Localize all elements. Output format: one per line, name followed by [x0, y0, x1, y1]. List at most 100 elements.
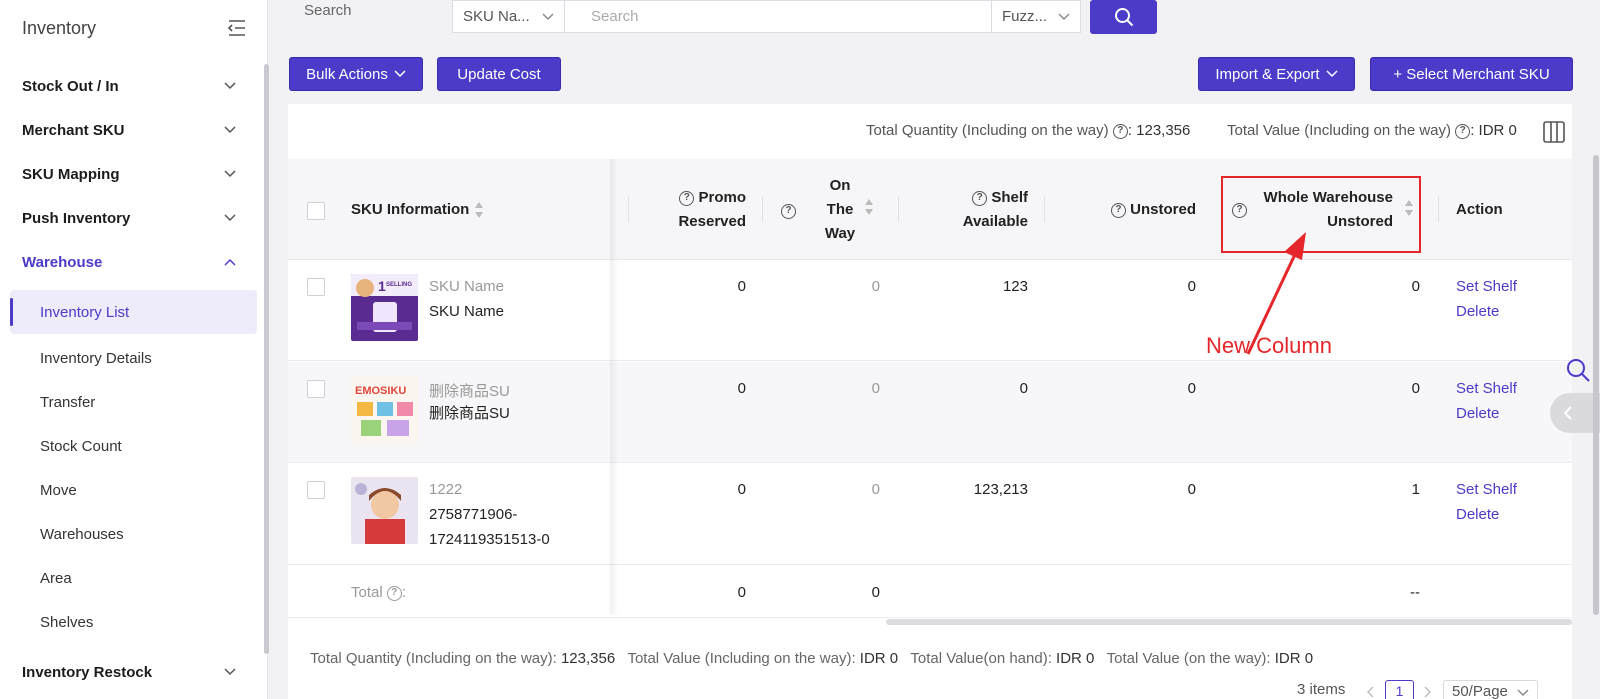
update-cost-button[interactable]: Update Cost [437, 57, 561, 91]
product-thumbnail[interactable]: 1 SELLING [351, 274, 418, 341]
search-field-select[interactable]: SKU Na... [452, 0, 565, 33]
sidebar-sub-stock-count[interactable]: Stock Count [10, 424, 257, 468]
sidebar-sub-inventory-list[interactable]: Inventory List [10, 290, 257, 334]
total-whole-warehouse-unstored: -- [1410, 584, 1420, 601]
column-divider [898, 196, 899, 222]
sidebar-sub-inventory-details[interactable]: Inventory Details [10, 336, 257, 380]
cell-whole-warehouse-unstored: 0 [1411, 278, 1420, 295]
next-page-icon[interactable] [1422, 686, 1432, 698]
select-all-checkbox[interactable] [307, 202, 325, 220]
thumbnail-logo-2: SELLING [386, 282, 412, 288]
row-checkbox[interactable] [307, 481, 325, 499]
sidebar: Inventory Stock Out / In Merchant SKU SK… [0, 0, 269, 699]
collapse-menu-icon[interactable] [227, 19, 247, 37]
help-icon[interactable]: ? [972, 190, 988, 206]
table-horizontal-scrollbar[interactable] [886, 619, 1572, 625]
help-icon[interactable]: ? [1455, 123, 1471, 139]
header-label: On [829, 177, 851, 194]
bottom-qty-label: Total Quantity (Including on the way): [310, 650, 557, 667]
search-mode-select[interactable]: Fuzz... [991, 0, 1081, 33]
search-icon [1114, 8, 1133, 27]
sidebar-scrollbar[interactable] [264, 64, 269, 654]
header-label: The [826, 201, 854, 218]
floating-search-icon[interactable] [1565, 357, 1591, 383]
header-action: Action [1456, 201, 1503, 218]
chevron-down-icon [1517, 689, 1529, 696]
sku-code: 2758771906- [429, 506, 518, 523]
sidebar-title: Inventory [22, 17, 97, 38]
cell-promo-reserved: 0 [737, 278, 746, 295]
row-checkbox[interactable] [307, 278, 325, 296]
thumbnail-logo: EMOSIKU [355, 385, 406, 397]
delete-link[interactable]: Delete [1456, 299, 1499, 324]
set-shelf-link[interactable]: Set Shelf [1456, 274, 1517, 299]
help-icon[interactable]: ? [781, 204, 796, 219]
sidebar-item-inventory-restock[interactable]: Inventory Restock [0, 652, 258, 692]
pagination-current-page[interactable]: 1 [1385, 680, 1414, 699]
sidebar-item-stock-out-in[interactable]: Stock Out / In [0, 66, 258, 106]
sort-icon[interactable] [474, 201, 484, 219]
cell-whole-warehouse-unstored: 0 [1411, 380, 1420, 397]
select-merchant-sku-button[interactable]: + Select Merchant SKU [1370, 57, 1573, 91]
set-shelf-link[interactable]: Set Shelf [1456, 376, 1517, 401]
summary-value-label: Total Value (Including on the way) [1227, 122, 1452, 139]
search-input[interactable]: Search [565, 0, 992, 33]
product-thumbnail[interactable] [351, 477, 418, 544]
cell-on-the-way: 0 [871, 380, 880, 397]
sku-code: SKU Name [429, 303, 505, 320]
prev-page-icon[interactable] [1366, 686, 1376, 698]
bottom-ontheway-label: Total Value (on the way): [1106, 650, 1271, 667]
help-icon[interactable]: ? [679, 190, 695, 206]
import-export-label: Import & Export [1215, 65, 1320, 83]
sidebar-sub-shelves[interactable]: Shelves [10, 600, 257, 644]
sidebar-sub-warehouses[interactable]: Warehouses [10, 512, 257, 556]
sidebar-item-push-inventory[interactable]: Push Inventory [0, 198, 258, 238]
summary-qty-value: : 123,356 [1127, 122, 1191, 139]
chevron-down-icon [1058, 13, 1070, 20]
sidebar-item-warehouse[interactable]: Warehouse [0, 242, 258, 282]
set-shelf-link[interactable]: Set Shelf [1456, 477, 1517, 502]
bulk-actions-button[interactable]: Bulk Actions [289, 57, 423, 91]
row-checkbox[interactable] [307, 380, 325, 398]
bottom-summary: Total Quantity (Including on the way): 1… [310, 650, 1313, 667]
bottom-onhand-value: IDR 0 [1056, 650, 1095, 667]
sidebar-item-merchant-sku[interactable]: Merchant SKU [0, 110, 258, 150]
search-button[interactable] [1090, 0, 1157, 34]
sidebar-sub-transfer[interactable]: Transfer [10, 380, 257, 424]
sidebar-item-sku-mapping[interactable]: SKU Mapping [0, 154, 258, 194]
help-icon[interactable]: ? [1110, 202, 1126, 218]
product-thumbnail[interactable]: EMOSIKU [351, 376, 418, 443]
delete-link[interactable]: Delete [1456, 502, 1499, 527]
page-size-select[interactable]: 50/Page [1443, 680, 1538, 699]
header-label: SKU Information [351, 201, 470, 218]
chevron-down-icon [224, 126, 236, 134]
sidebar-item-label: Warehouse [22, 253, 103, 271]
cell-shelf-available: 123 [1002, 278, 1028, 295]
page-scrollbar[interactable] [1593, 155, 1599, 615]
cell-shelf-available: 0 [1019, 380, 1028, 397]
bottom-value-value: IDR 0 [859, 650, 899, 667]
header-promo-reserved: ? Promo Reserved [670, 186, 746, 234]
sku-name: 1222 [429, 481, 463, 498]
sidebar-sub-area[interactable]: Area [10, 556, 257, 600]
column-settings-icon[interactable] [1543, 121, 1565, 143]
column-divider [628, 196, 629, 222]
header-shelf-available: ? Shelf Available [940, 186, 1028, 234]
pagination-count: 3 items [1297, 681, 1346, 698]
bottom-onhand-label: Total Value(on hand): [910, 650, 1052, 667]
cell-on-the-way: 0 [871, 481, 880, 498]
chevron-down-icon [224, 82, 236, 90]
help-icon[interactable]: ? [386, 585, 402, 601]
sidebar-item-label: Push Inventory [22, 209, 131, 227]
chevron-down-icon [542, 13, 554, 20]
sidebar-sub-move[interactable]: Move [10, 468, 257, 512]
search-field-select-value: SKU Na... [463, 8, 530, 25]
import-export-button[interactable]: Import & Export [1198, 57, 1355, 91]
chevron-up-icon [224, 258, 236, 266]
cell-unstored: 0 [1187, 380, 1196, 397]
header-sku-information[interactable]: SKU Information [351, 198, 484, 222]
delete-link[interactable]: Delete [1456, 401, 1499, 426]
cell-on-the-way: 0 [871, 278, 880, 295]
sort-icon[interactable] [864, 198, 874, 216]
help-icon[interactable]: ? [1112, 123, 1128, 139]
